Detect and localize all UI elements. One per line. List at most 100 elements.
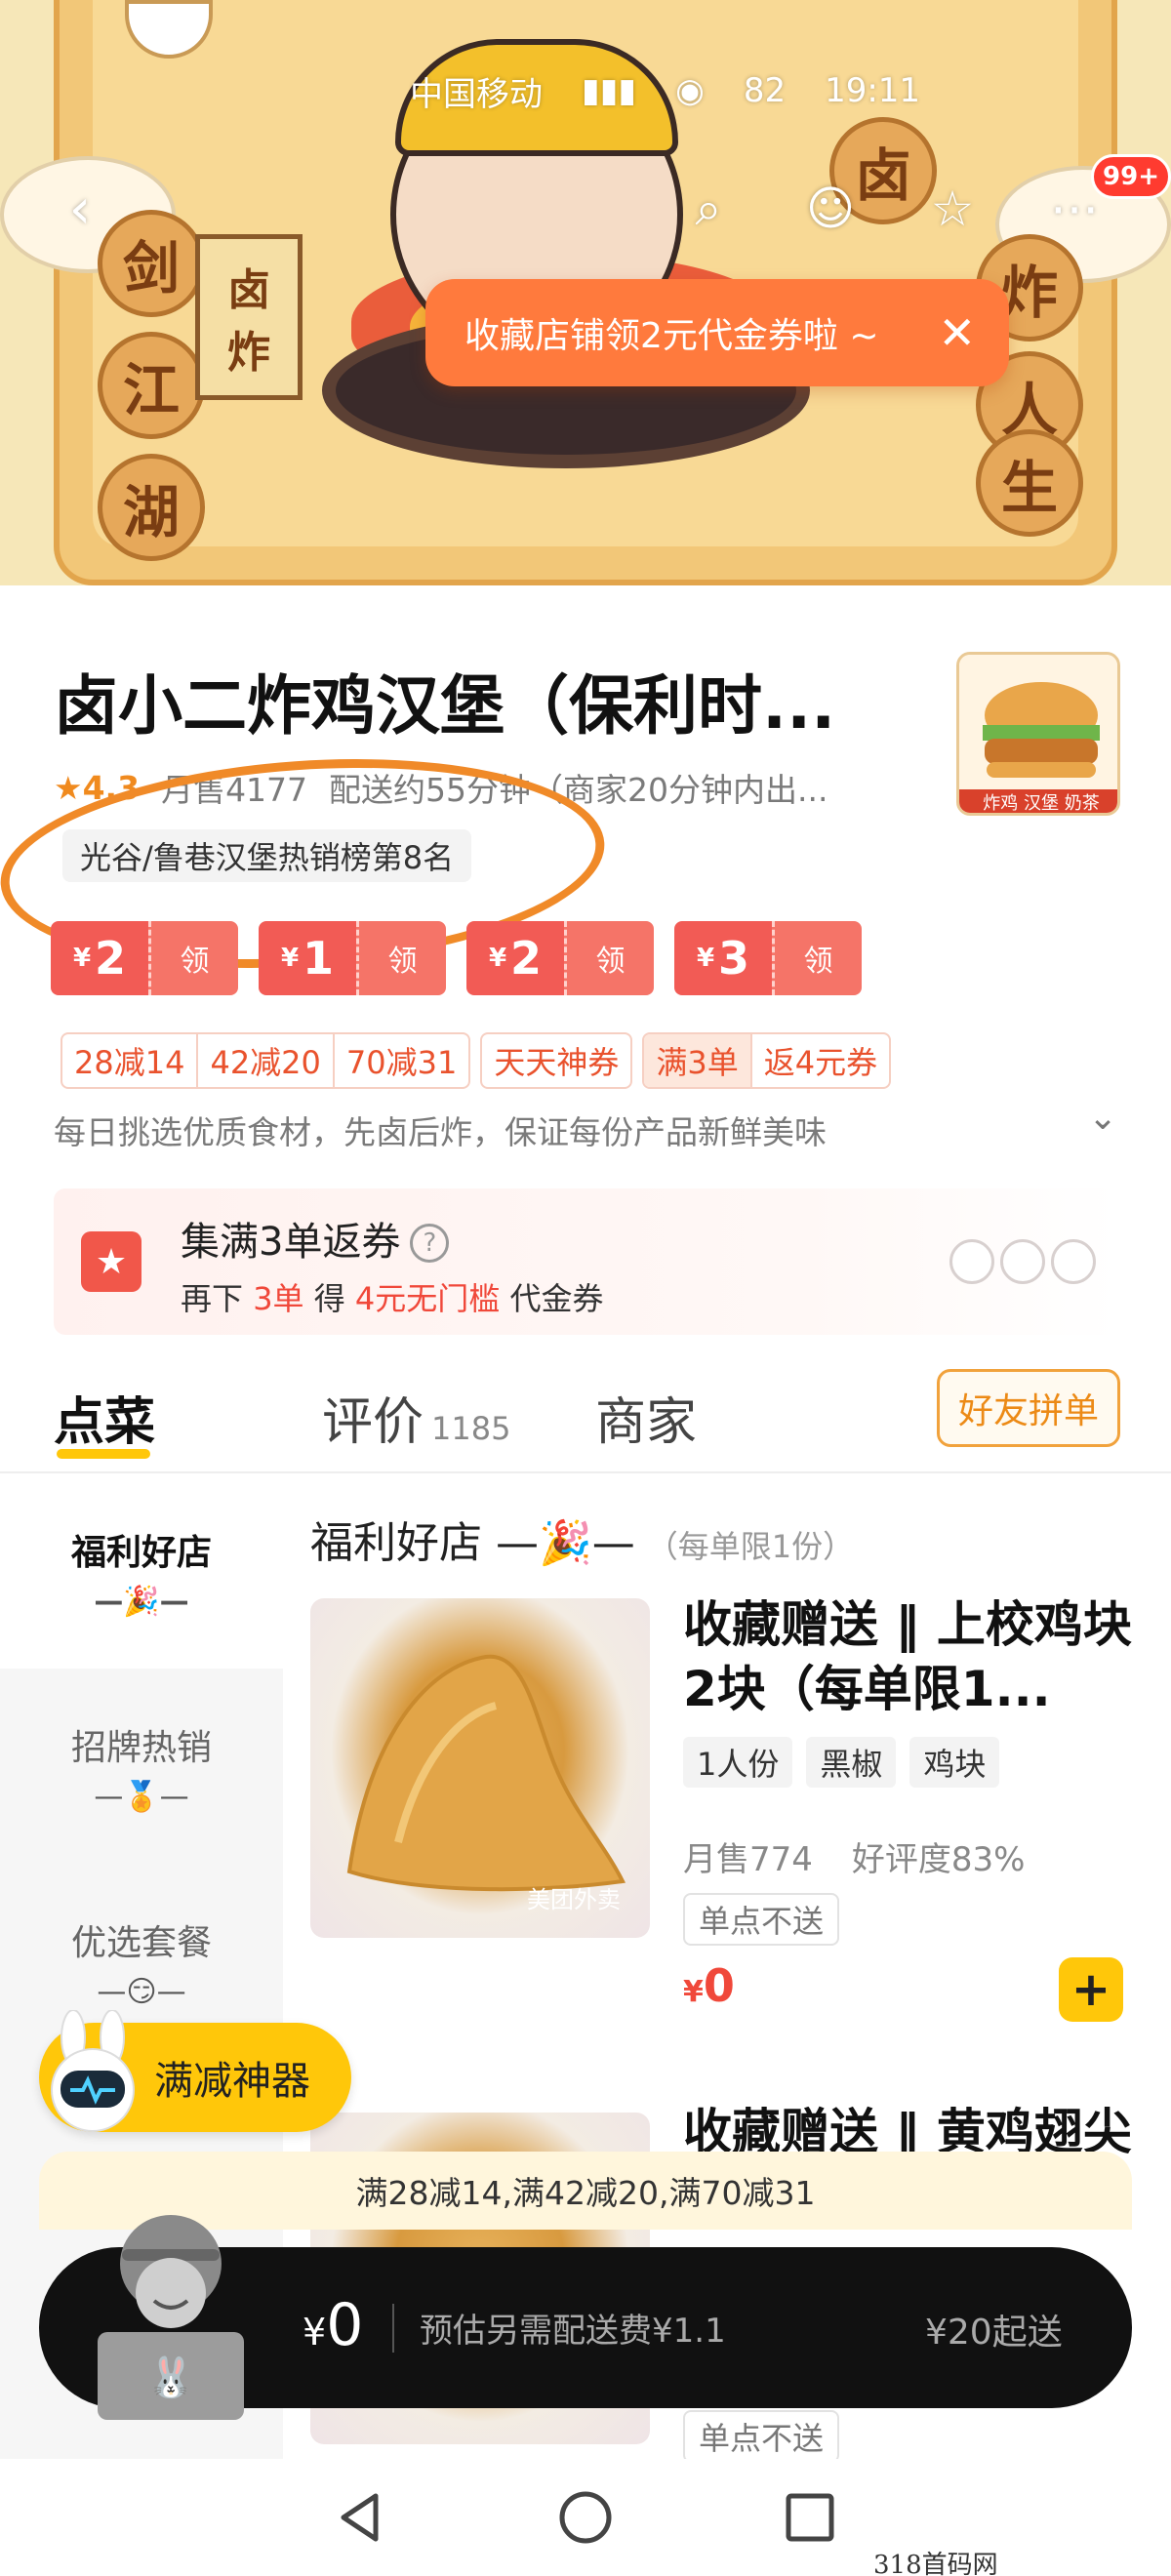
claim-button[interactable]: 领 [564,921,654,995]
discount-tier: 42减20 [198,1034,335,1087]
currency-symbol: ¥ [696,944,715,973]
smirk-icon: —😏— [97,1974,186,2009]
site-watermark: 318首码网 www.E318.com [873,2551,998,2576]
svg-text:🐰: 🐰 [146,2355,195,2400]
discount-tier: 70减31 [345,1044,458,1081]
minimum-order[interactable]: ¥20起送 [925,2304,1063,2355]
currency-symbol: ¥ [280,944,300,973]
section-title: 福利好店 —🎉— （每单限1份） [310,1508,854,1570]
coupon-value: 2 [510,932,543,985]
collect-orders: 3单 [253,1280,304,1317]
coupon[interactable]: ¥3 领 [674,921,862,995]
battery-level: 82 [743,71,787,110]
party-icon: —🎉— [94,1584,189,1619]
review-count: 1185 [431,1410,511,1447]
group-order-button[interactable]: 好友拼单 [937,1369,1120,1447]
collect-text: 得 [313,1280,345,1317]
courier-cart-icon[interactable]: 🐰 [78,2195,263,2420]
sign-char: 炸 [227,328,270,378]
status-bar: 中国移动 ▮▮▮ ◉ 82 19:11 [410,66,1112,115]
claim-button[interactable]: 领 [772,921,862,995]
chat-icon[interactable]: ☺ [795,174,866,244]
sidebar-item-label: 优选套餐 [70,1922,212,1963]
add-to-cart-button[interactable]: + [1059,1957,1123,2022]
coupon[interactable]: ¥1 领 [259,921,446,995]
medal-icon: —🏅— [94,1779,189,1814]
food-image[interactable]: 美团外卖 [310,1598,650,1938]
food-tags: 1人份 黑椒 鸡块 [683,1737,1000,1788]
coupon-ticket-icon: ★ [81,1231,141,1292]
price-value: 0 [703,1959,735,2012]
recents-square-icon[interactable] [781,2488,839,2547]
tab-reviews[interactable]: 评价 1185 [322,1381,510,1454]
cart-total: ¥0 [303,2291,363,2359]
banner-coin: 湖 [98,454,205,561]
shop-title: 卤小二炸鸡汉堡（保利时... [54,668,836,744]
sidebar-item-signature[interactable]: 招牌热销 —🏅— [0,1669,283,1864]
search-icon[interactable]: ⌕ [673,174,744,244]
coupon-amount: ¥3 [674,921,772,995]
banner-sign: 卤 炸 [195,234,303,400]
currency-symbol: ¥ [683,1975,704,2009]
coupon-amount: ¥1 [259,921,356,995]
carrier-label: 中国移动 [410,74,543,114]
coupon[interactable]: ¥2 领 [466,921,654,995]
discount-tier: 28减14 [62,1034,199,1087]
image-watermark: 美团外卖 [527,1886,621,1913]
section-limit: （每单限1份） [646,1528,855,1565]
food-name[interactable]: 收藏赠送 ‖ 上校鸡块2块（每单限1... [683,1592,1132,1721]
clock: 19:11 [825,71,921,110]
claim-button[interactable]: 领 [148,921,238,995]
back-triangle-icon[interactable] [332,2488,390,2547]
help-icon[interactable]: ? [410,1224,450,1263]
order-count-label: 满3单 [644,1034,752,1087]
sidebar-item-label: 招牌热销 [70,1727,212,1768]
tab-reviews-label: 评价 [322,1393,424,1452]
favorite-coupon-toast[interactable]: 收藏店铺领2元代金券啦 ~ ✕ [425,279,1009,386]
banner-coin: 生 [976,429,1083,537]
close-icon[interactable]: ✕ [938,306,976,359]
home-circle-icon[interactable] [556,2488,615,2547]
food-tag: 黑椒 [806,1737,897,1788]
tab-merchant[interactable]: 商家 [595,1381,697,1454]
collect-reward: 4元无门槛 [354,1280,501,1317]
shop-logo[interactable]: 炸鸡 汉堡 奶茶 [956,652,1120,816]
sidebar-item-welfare[interactable]: 福利好店 —🎉— [0,1473,283,1669]
food-stats: 月售774 好评度83% [683,1832,1025,1880]
collect-orders-card[interactable]: ★ 集满3单返券? 再下 3单 得 4元无门槛 代金券 [54,1188,1119,1335]
shop-description: 每日挑选优质食材，先卤后炸，保证每份产品新鲜美味 [54,1113,827,1151]
coupon-amount: ¥2 [51,921,148,995]
promo-tags[interactable]: 28减14 42减20 70减31 天天神券 满3单 返4元券 [61,1032,892,1089]
progress-dot [1051,1239,1096,1284]
food-rating: 好评度83% [851,1840,1026,1879]
currency-symbol: ¥ [303,2311,327,2354]
collect-text: 再下 [181,1280,244,1317]
claim-button[interactable]: 领 [356,921,446,995]
order-reward-label: 返4元券 [763,1044,878,1081]
signal-icon: ▮▮▮ [582,71,637,110]
tab-order[interactable]: 点菜 [54,1381,155,1454]
collect-title: 集满3单返券? [181,1210,450,1267]
food-sales: 月售774 [683,1840,813,1879]
daily-coupon-tag: 天天神券 [480,1032,633,1089]
collect-text: 代金券 [509,1280,604,1317]
progress-dot [949,1239,994,1284]
chevron-down-icon[interactable]: ⌄ [1088,1098,1117,1138]
currency-symbol: ¥ [72,944,92,973]
back-icon[interactable]: ‹ [45,174,115,244]
sidebar-item-label: 福利好店 [70,1532,212,1573]
bunny-robot-icon [51,2010,135,2132]
cart-total-value: 0 [326,2291,364,2359]
favorite-star-icon[interactable]: ☆ [917,174,988,244]
food-tag: 1人份 [683,1737,793,1788]
coupon-amount: ¥2 [466,921,564,995]
banner-coin: 江 [98,332,205,439]
daily-coupon-label: 天天神券 [494,1044,620,1081]
star-icon: ★ [54,768,83,807]
coupon-value: 2 [95,932,127,985]
coupon[interactable]: ¥2 领 [51,921,238,995]
divider [392,2304,394,2353]
no-solo-delivery-tag: 单点不送 [683,2410,840,2463]
coupon-value: 3 [718,932,750,985]
food-tag: 鸡块 [909,1737,1000,1788]
